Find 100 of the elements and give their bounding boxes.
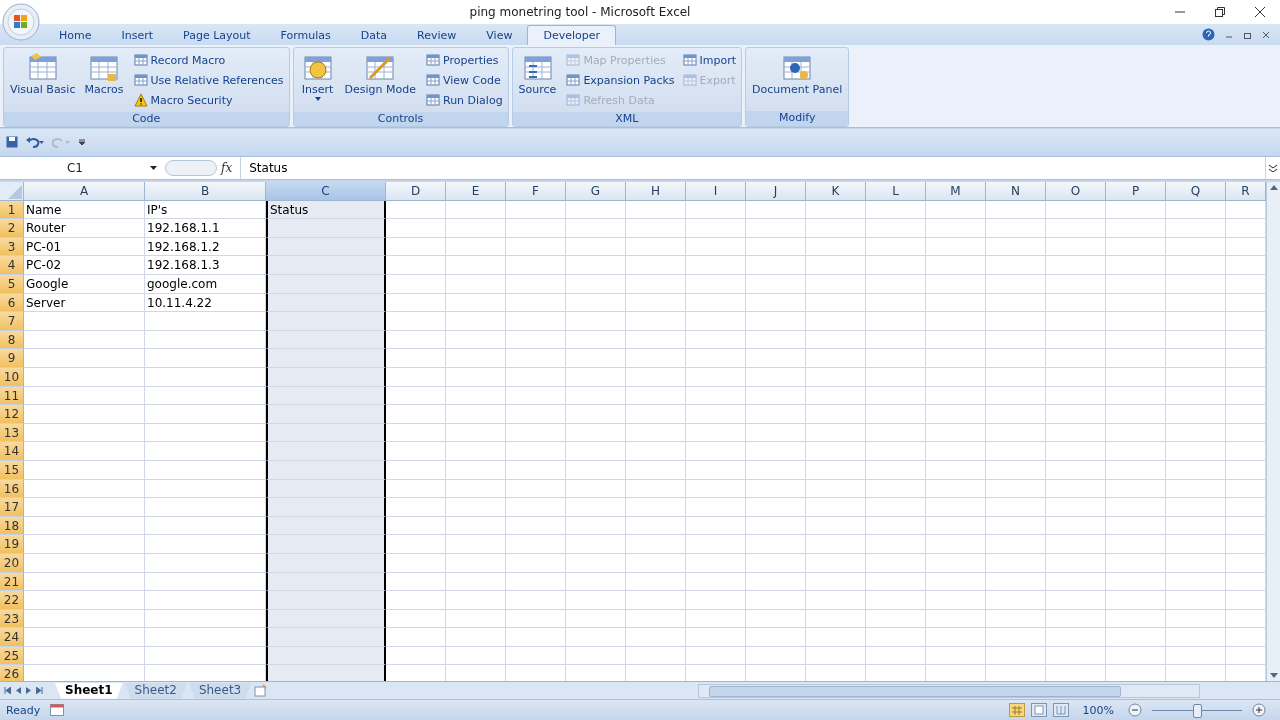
zoom-in-icon[interactable] xyxy=(1252,703,1266,718)
ribbon-tab[interactable]: Formulas xyxy=(265,25,346,45)
sheet-icon xyxy=(566,53,581,67)
column-header[interactable]: E xyxy=(446,182,506,202)
status-text: Ready xyxy=(6,703,41,717)
ribbon-button[interactable]: Properties xyxy=(424,50,505,70)
table-cell: Router xyxy=(24,219,145,238)
ribbon-button[interactable]: Document Panel xyxy=(749,50,846,109)
sheet-icon xyxy=(426,53,440,67)
column-header[interactable]: F xyxy=(506,182,566,202)
column-header[interactable]: O xyxy=(1046,182,1106,202)
zoom-slider[interactable] xyxy=(1193,703,1202,718)
column-header[interactable]: Q xyxy=(1166,182,1226,202)
ribbon-button[interactable]: Insert xyxy=(296,50,339,110)
page-break-icon[interactable] xyxy=(1052,703,1069,718)
close-icon[interactable] xyxy=(1254,6,1266,18)
ribbon-button[interactable]: Design Mode xyxy=(341,50,419,110)
column-header[interactable]: G xyxy=(566,182,626,202)
group-label: Modify xyxy=(746,111,849,126)
vertical-scrollbar[interactable] xyxy=(1266,182,1280,682)
zoom-level: 100% xyxy=(1082,703,1114,717)
close-icon[interactable] xyxy=(1262,30,1270,39)
sheet-icon xyxy=(426,93,440,107)
row-header[interactable]: 17 xyxy=(0,498,24,517)
ribbon-button[interactable]: Macro Security xyxy=(131,90,286,110)
expand-icon[interactable] xyxy=(1269,164,1277,173)
row-header[interactable]: 5 xyxy=(0,275,24,294)
ribbon-tab[interactable]: Page Layout xyxy=(168,25,266,45)
insert-function-button[interactable]: fx xyxy=(221,161,233,176)
ribbon-button[interactable]: Import xyxy=(680,50,739,70)
ribbon-button[interactable]: Expansion Packs xyxy=(564,70,677,90)
row-header[interactable]: 24 xyxy=(0,628,24,647)
column-header[interactable]: L xyxy=(866,182,926,202)
column-header[interactable]: D xyxy=(386,182,446,202)
customize-icon[interactable] xyxy=(78,138,86,147)
ribbon-button[interactable]: Visual Basic xyxy=(7,50,79,110)
table-cell: Google xyxy=(24,275,145,294)
column-header[interactable]: M xyxy=(926,182,986,202)
sheet-icon xyxy=(133,53,148,67)
column-header[interactable]: N xyxy=(986,182,1046,202)
row-header[interactable]: 4 xyxy=(0,256,24,275)
row-header[interactable]: 26 xyxy=(0,665,24,682)
row-header[interactable]: 2 xyxy=(0,219,24,238)
formula-input[interactable]: Status xyxy=(240,157,1265,180)
ribbon-button[interactable]: Source xyxy=(515,50,560,110)
table-cell: PC-02 xyxy=(24,256,145,275)
row-header[interactable]: 9 xyxy=(0,349,24,368)
macro-record-icon[interactable] xyxy=(50,704,65,717)
ribbon-tab[interactable]: Developer xyxy=(527,25,616,45)
first-sheet-icon[interactable] xyxy=(4,687,11,695)
ribbon-tab[interactable]: Insert xyxy=(106,25,169,45)
sheet-icon xyxy=(682,73,697,87)
table-cell: Server xyxy=(24,293,145,313)
horizontal-scrollbar[interactable] xyxy=(698,683,1200,698)
zoom-out-icon[interactable] xyxy=(1128,703,1142,718)
ribbon-tab[interactable]: View xyxy=(471,25,528,45)
column-header[interactable]: R xyxy=(1226,182,1266,202)
column-header[interactable]: H xyxy=(626,182,686,202)
formula-bar-grip[interactable] xyxy=(165,160,217,177)
last-sheet-icon[interactable] xyxy=(36,687,43,695)
ribbon-button[interactable]: Record Macro xyxy=(131,50,286,70)
previous-sheet-icon[interactable] xyxy=(16,687,21,695)
warning-icon xyxy=(133,93,148,107)
row-header[interactable]: 14 xyxy=(0,442,24,461)
sheet-tab[interactable]: Sheet2 xyxy=(124,682,187,699)
table-cell: Name xyxy=(24,200,145,220)
page-layout-icon[interactable] xyxy=(1030,703,1047,718)
row-header[interactable]: 12 xyxy=(0,405,24,424)
column-header[interactable]: I xyxy=(686,182,746,202)
restore-icon[interactable] xyxy=(1243,30,1252,39)
name-box[interactable]: C1 xyxy=(0,161,150,176)
column-header[interactable]: K xyxy=(806,182,866,202)
ribbon-tab[interactable]: Review xyxy=(402,25,472,45)
row-header[interactable]: 7 xyxy=(0,312,24,331)
save-icon[interactable] xyxy=(6,136,18,149)
dropdown-icon[interactable] xyxy=(150,166,157,171)
scroll-up-icon[interactable] xyxy=(1269,184,1278,191)
row-header[interactable]: 22 xyxy=(0,591,24,610)
next-sheet-icon[interactable] xyxy=(26,687,31,695)
ribbon-button[interactable]: View Code xyxy=(424,70,505,90)
ribbon-button[interactable]: Use Relative References xyxy=(131,70,286,90)
sheet-icon xyxy=(426,73,440,87)
group-label: XML xyxy=(512,112,742,126)
ribbon-tab[interactable]: Data xyxy=(345,25,403,45)
column-header[interactable]: A xyxy=(24,182,145,202)
column-header[interactable]: J xyxy=(746,182,806,202)
sheet-tab[interactable]: Sheet1 xyxy=(55,682,123,699)
column-header[interactable]: B xyxy=(145,182,266,202)
row-header[interactable]: 19 xyxy=(0,535,24,554)
column-header[interactable]: C xyxy=(266,182,386,202)
ribbon-tab[interactable]: Home xyxy=(44,25,107,45)
group-label: Code xyxy=(4,112,289,126)
normal-view-icon[interactable] xyxy=(1008,703,1025,718)
ribbon-button[interactable]: Run Dialog xyxy=(424,90,505,110)
column-header[interactable]: P xyxy=(1106,182,1166,202)
restore-icon[interactable] xyxy=(1214,6,1226,18)
ribbon-button[interactable]: Macros xyxy=(81,50,127,110)
sheet-tab[interactable]: Sheet3 xyxy=(188,682,252,699)
help-icon[interactable] xyxy=(1202,28,1215,41)
undo-icon[interactable] xyxy=(26,136,44,149)
